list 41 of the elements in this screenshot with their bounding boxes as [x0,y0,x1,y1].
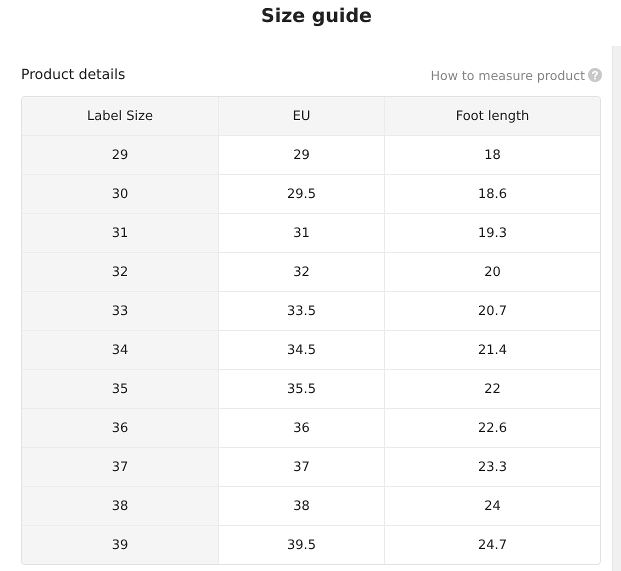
table-cell: 32 [22,253,218,291]
table-cell: 29 [218,136,384,174]
table-cell: 37 [218,448,384,486]
table-cell: 33.5 [218,292,384,330]
table-cell: 38 [22,487,218,525]
table-cell: 36 [218,409,384,447]
column-header: Foot length [384,97,600,135]
table-cell: 18 [384,136,600,174]
table-cell: 31 [218,214,384,252]
table-cell: 22.6 [384,409,600,447]
table-cell: 39.5 [218,526,384,564]
table-cell: 36 [22,409,218,447]
table-cell: 23.3 [384,448,600,486]
table-cell: 33 [22,292,218,330]
section-title: Product details [21,67,126,83]
help-icon[interactable] [588,68,602,82]
table-cell: 19.3 [384,214,600,252]
table-cell: 20 [384,253,600,291]
help-link[interactable]: How to measure product [430,68,585,82]
table-cell: 32 [218,253,384,291]
table-cell: 30 [22,175,218,213]
table-cell: 38 [218,487,384,525]
scrollbar[interactable] [612,46,621,571]
table-cell: 35 [22,370,218,408]
table-cell: 29.5 [218,175,384,213]
column-header: EU [218,97,384,135]
table-cell: 22 [384,370,600,408]
table-cell: 34 [22,331,218,369]
table-cell: 21.4 [384,331,600,369]
table-cell: 24 [384,487,600,525]
table-cell: 31 [22,214,218,252]
table-cell: 18.6 [384,175,600,213]
table-cell: 39 [22,526,218,564]
column-header: Label Size [86,108,154,126]
table-cell: 34.5 [218,331,384,369]
table-cell: 29 [22,136,218,174]
table-cell: 35.5 [218,370,384,408]
dialog-title: Size guide [260,4,373,29]
table-cell: 20.7 [384,292,600,330]
table-cell: 24.7 [384,526,600,564]
table-cell: 37 [22,448,218,486]
